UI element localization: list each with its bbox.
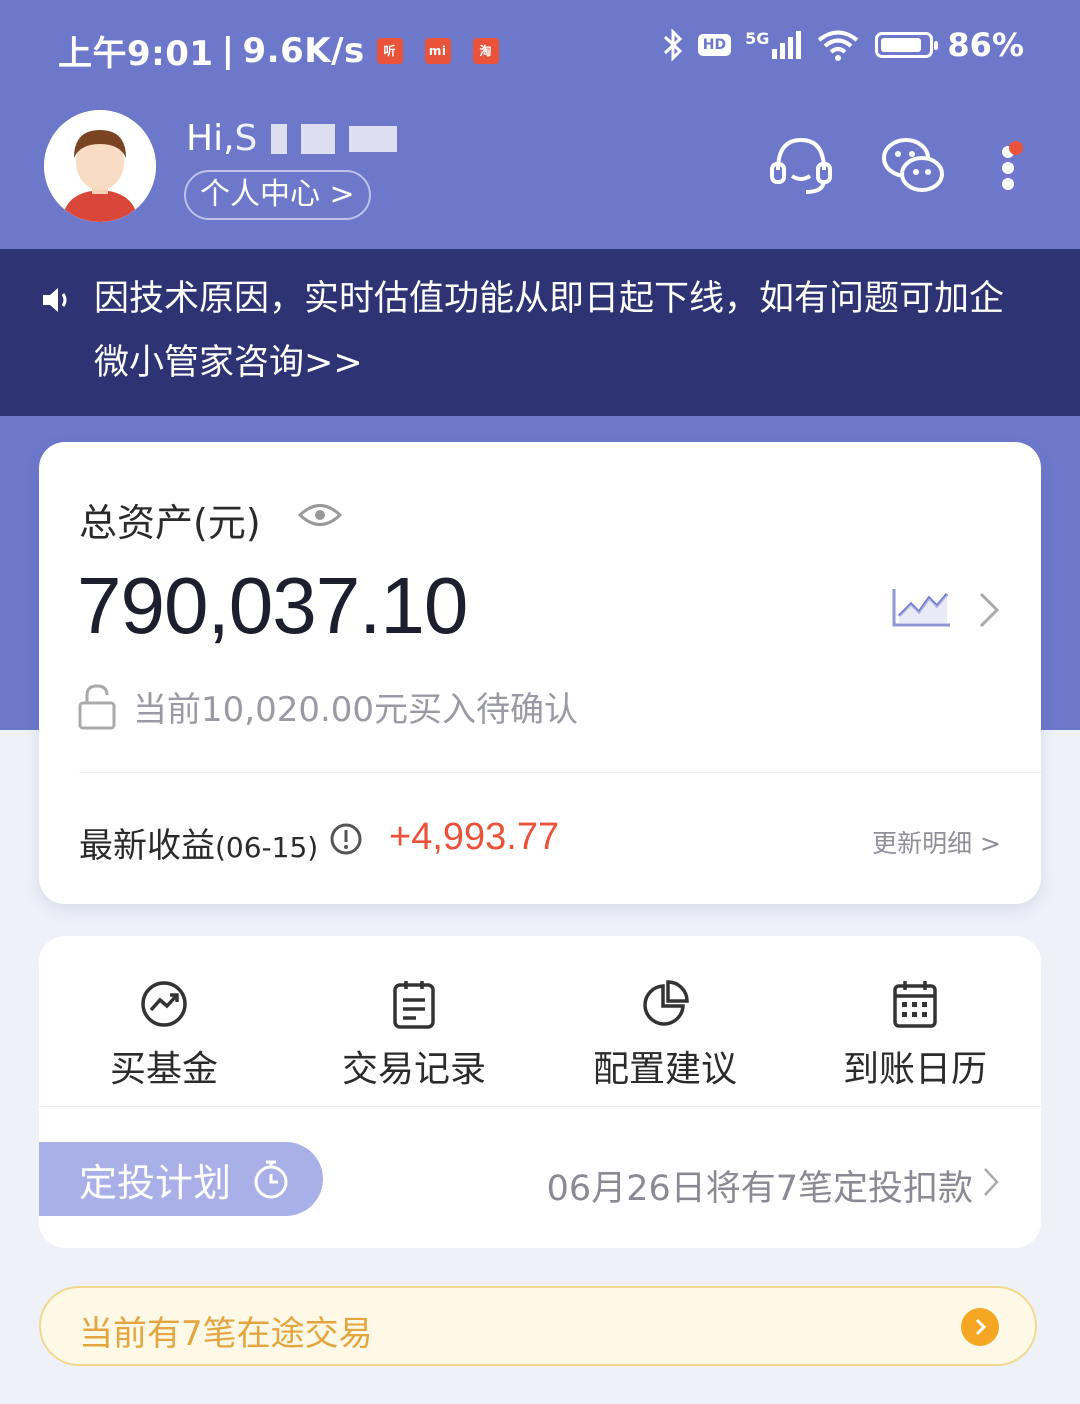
transaction-record-icon xyxy=(393,981,435,1029)
calendar-icon xyxy=(893,981,937,1028)
card-divider xyxy=(79,772,1041,773)
customer-service-icon[interactable] xyxy=(766,130,836,200)
app-badge-mi: mi xyxy=(424,37,451,64)
status-net-speed: 9.6K/s xyxy=(242,30,365,71)
menu-label-buy-fund: 买基金 xyxy=(109,1049,218,1090)
more-menu-icon[interactable] xyxy=(990,130,1030,200)
menu-item-buy-fund[interactable]: 买基金 xyxy=(39,936,289,1106)
masked-name-3 xyxy=(349,125,398,152)
personal-center-button[interactable]: 个人中心 > xyxy=(184,170,371,220)
status-left: 上午9:01 | 9.6K/s 听 mi 淘 xyxy=(58,26,499,75)
speaker-icon xyxy=(43,288,67,312)
bluetooth-icon xyxy=(663,28,682,62)
update-details-link[interactable]: 更新明细 > xyxy=(872,824,1001,860)
latest-income-date: (06-15) xyxy=(215,831,319,864)
battery-percent: 86% xyxy=(947,26,1024,64)
latest-income-text: 最新收益 xyxy=(79,826,215,866)
menu-item-transaction-record[interactable]: 交易记录 xyxy=(289,936,539,1106)
status-separator: | xyxy=(221,30,235,71)
pending-confirm[interactable]: 当前10,020.00元买入待确认 xyxy=(77,682,578,731)
asset-card: 总资产(元) 790,037.10 当前10,020.00元买入待确认 最新收益… xyxy=(39,442,1041,904)
greeting-prefix: Hi, xyxy=(186,118,235,159)
wechat-icon[interactable] xyxy=(878,130,948,200)
asset-chevron-icon[interactable] xyxy=(975,590,1003,630)
signal-icon: 5G xyxy=(745,29,802,59)
investment-plan-button[interactable]: 定投计划 xyxy=(39,1142,323,1216)
arrow-right-icon xyxy=(961,1308,999,1346)
stopwatch-icon xyxy=(254,1160,288,1199)
investment-plan-label: 定投计划 xyxy=(79,1160,232,1205)
menu-item-calendar[interactable]: 到账日历 xyxy=(790,936,1040,1106)
status-right: HD 5G 86% xyxy=(662,26,1024,64)
pending-text: 当前10,020.00元买入待确认 xyxy=(133,690,579,730)
latest-income-label: 最新收益(06-15) xyxy=(79,818,318,867)
profile-header: Hi, S 个人中心 > xyxy=(0,100,1080,248)
menu-item-allocation[interactable]: 配置建议 xyxy=(540,936,790,1106)
menu-divider xyxy=(39,1106,1041,1107)
battery-icon xyxy=(875,32,939,58)
network-type: 5G xyxy=(745,29,770,48)
battery-fill xyxy=(881,38,921,52)
latest-income-value: +4,993.77 xyxy=(389,816,560,858)
buy-fund-icon xyxy=(141,981,187,1027)
pie-chart-icon xyxy=(643,980,689,1026)
wifi-icon xyxy=(818,30,859,61)
total-assets-value: 790,037.10 xyxy=(77,561,468,650)
greeting-char: S xyxy=(234,118,258,159)
in-transit-text: 当前有7笔在途交易 xyxy=(79,1314,373,1354)
status-time: 上午9:01 xyxy=(58,34,214,74)
total-assets-label: 总资产(元) xyxy=(79,501,261,545)
menu-label-allocation: 配置建议 xyxy=(592,1049,737,1090)
avatar-illustration xyxy=(44,110,156,222)
masked-name-2 xyxy=(301,123,336,154)
greeting: Hi, S xyxy=(186,118,398,159)
app-badge-ting: 听 xyxy=(376,37,403,64)
in-transit-bar[interactable]: 当前有7笔在途交易 xyxy=(39,1286,1037,1366)
eye-icon[interactable] xyxy=(297,500,343,530)
plan-chevron-icon[interactable] xyxy=(981,1166,1001,1198)
info-icon[interactable] xyxy=(329,822,363,856)
masked-name-1 xyxy=(271,123,288,154)
hd-badge: HD xyxy=(697,34,732,56)
app-badge-taobao: 淘 xyxy=(472,37,499,64)
lock-icon xyxy=(78,683,116,729)
menu-label-transaction-record: 交易记录 xyxy=(341,1049,486,1090)
investment-plan-info[interactable]: 06月26日将有7笔定投扣款 xyxy=(547,1160,973,1211)
status-bar: 上午9:01 | 9.6K/s 听 mi 淘 HD 5G 86% xyxy=(0,0,1080,100)
notice-text[interactable]: 因技术原因，实时估值功能从即日起下线，如有问题可加企微小管家咨询>> xyxy=(94,267,1034,395)
avatar[interactable] xyxy=(44,110,156,222)
menu-label-calendar: 到账日历 xyxy=(842,1049,987,1090)
quick-menu-card: 买基金 交易记录 配置建议 到账日历 定投计划 06月26日将有7笔定投扣款 xyxy=(39,936,1041,1248)
trend-chart-icon[interactable] xyxy=(891,586,953,628)
